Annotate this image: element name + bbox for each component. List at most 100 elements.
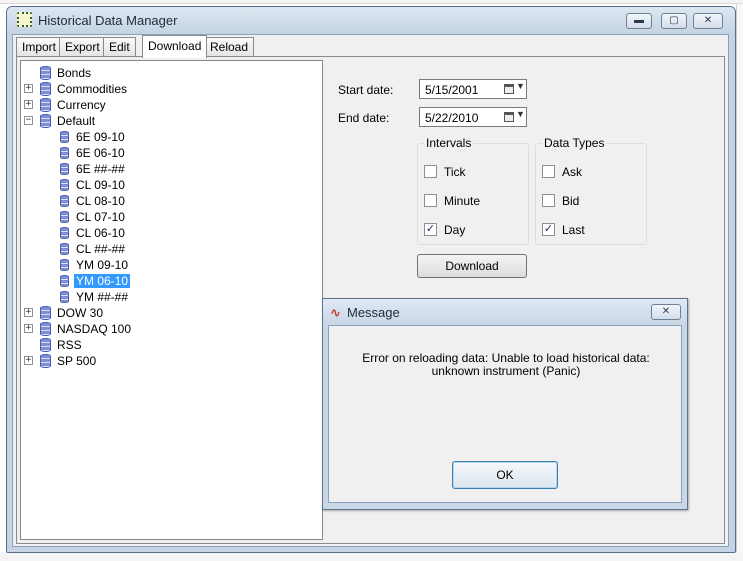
- database-icon: [40, 354, 51, 368]
- tree-item-label: Currency: [57, 98, 106, 112]
- tree-item-label: 6E 06-10: [76, 146, 125, 160]
- data-type-last-checkbox[interactable]: ✓ Last: [542, 222, 642, 238]
- instrument-icon: [60, 211, 69, 223]
- expand-icon[interactable]: +: [24, 324, 33, 333]
- error-message: Error on reloading data: Unable to load …: [362, 351, 650, 378]
- tree-item-commodities[interactable]: + Commodities: [21, 81, 321, 97]
- database-icon: [40, 338, 51, 352]
- ok-button[interactable]: OK: [452, 461, 558, 489]
- start-date-value: 5/15/2001: [425, 83, 479, 97]
- tab-edit[interactable]: Edit: [103, 37, 136, 57]
- start-date-label: Start date:: [338, 83, 394, 97]
- checkbox-label: Ask: [562, 165, 583, 179]
- minimize-button[interactable]: ▬: [626, 13, 652, 29]
- window-title: Historical Data Manager: [38, 13, 178, 28]
- checkbox-box[interactable]: [542, 194, 555, 207]
- tree-item-label: CL 08-10: [76, 194, 125, 208]
- tree-item-instrument[interactable]: CL 08-10: [21, 193, 321, 209]
- close-button[interactable]: ✕: [693, 13, 723, 29]
- tree-item-label: YM 09-10: [76, 258, 129, 272]
- data-types-group-title: Data Types: [542, 136, 607, 150]
- dialog-close-button[interactable]: ✕: [651, 304, 681, 320]
- end-date-picker[interactable]: 5/22/2010 ▼: [419, 107, 527, 127]
- expand-icon[interactable]: +: [24, 356, 33, 365]
- tree-item-instrument[interactable]: CL 07-10: [21, 209, 321, 225]
- tree-item-label: CL 09-10: [76, 178, 125, 192]
- tree-item-label: Commodities: [57, 82, 128, 96]
- background-window-edge-right: [736, 4, 743, 561]
- data-type-ask-checkbox[interactable]: Ask: [542, 164, 642, 180]
- checkbox-box[interactable]: [542, 165, 555, 178]
- tree-item-label: SP 500: [57, 354, 97, 368]
- interval-minute-checkbox[interactable]: Minute: [424, 193, 524, 209]
- maximize-button[interactable]: ▢: [661, 13, 687, 29]
- instrument-icon: [60, 275, 69, 287]
- intervals-group-title: Intervals: [424, 136, 474, 150]
- checkbox-label: Tick: [444, 165, 466, 179]
- interval-day-checkbox[interactable]: ✓ Day: [424, 222, 524, 238]
- tab-export[interactable]: Export: [59, 37, 106, 57]
- message-dialog: ∿ Message ✕ Error on reloading data: Una…: [322, 298, 688, 510]
- expand-icon[interactable]: +: [24, 100, 33, 109]
- data-types-group: Data Types Ask Bid ✓ Last: [535, 136, 647, 245]
- chevron-down-icon[interactable]: ▼: [516, 81, 525, 91]
- database-icon: [40, 82, 51, 96]
- instrument-tree[interactable]: Bonds + Commodities + Currency − Default…: [20, 60, 323, 540]
- instrument-icon: [60, 259, 69, 271]
- data-type-bid-checkbox[interactable]: Bid: [542, 193, 642, 209]
- tree-item-instrument-selected[interactable]: YM 06-10: [21, 273, 321, 289]
- interval-tick-checkbox[interactable]: Tick: [424, 164, 524, 180]
- tree-item-nasdaq-100[interactable]: + NASDAQ 100: [21, 321, 321, 337]
- tree-item-instrument[interactable]: CL 09-10: [21, 177, 321, 193]
- tree-item-label: DOW 30: [57, 306, 104, 320]
- instrument-icon: [60, 163, 69, 175]
- checkbox-box[interactable]: [424, 165, 437, 178]
- checkmark-icon[interactable]: ✓: [542, 223, 555, 236]
- tab-reload[interactable]: Reload: [204, 37, 255, 57]
- instrument-icon: [60, 243, 69, 255]
- tree-item-instrument[interactable]: CL 06-10: [21, 225, 321, 241]
- collapse-icon[interactable]: −: [24, 116, 33, 125]
- tree-item-instrument[interactable]: 6E ##-##: [21, 161, 321, 177]
- tree-item-instrument[interactable]: 6E 06-10: [21, 145, 321, 161]
- checkbox-box[interactable]: [424, 194, 437, 207]
- instrument-icon: [60, 195, 69, 207]
- tree-item-bonds[interactable]: Bonds: [21, 65, 321, 81]
- download-button[interactable]: Download: [417, 254, 527, 278]
- expand-icon[interactable]: +: [24, 84, 33, 93]
- database-icon: [40, 66, 51, 80]
- app-logo-icon: ∿: [330, 305, 341, 320]
- window-titlebar[interactable]: Historical Data Manager ▬ ▢ ✕: [7, 7, 735, 33]
- checkbox-label: Last: [562, 223, 585, 237]
- calendar-icon: [504, 84, 514, 94]
- checkbox-label: Minute: [444, 194, 481, 208]
- start-date-picker[interactable]: 5/15/2001 ▼: [419, 79, 527, 99]
- tree-item-dow-30[interactable]: + DOW 30: [21, 305, 321, 321]
- instrument-icon: [60, 147, 69, 159]
- tab-import[interactable]: Import: [16, 37, 63, 57]
- database-icon: [40, 322, 51, 336]
- tree-item-label: YM ##-##: [76, 290, 129, 304]
- chevron-down-icon[interactable]: ▼: [516, 109, 525, 119]
- instrument-icon: [60, 291, 69, 303]
- tree-item-instrument[interactable]: YM ##-##: [21, 289, 321, 305]
- tree-item-label: 6E ##-##: [76, 162, 125, 176]
- background-window-edge: [0, 0, 743, 4]
- tree-item-instrument[interactable]: CL ##-##: [21, 241, 321, 257]
- tree-item-label: NASDAQ 100: [57, 322, 132, 336]
- tree-item-rss[interactable]: RSS: [21, 337, 321, 353]
- tree-item-currency[interactable]: + Currency: [21, 97, 321, 113]
- intervals-group: Intervals Tick Minute ✓ Day: [417, 136, 529, 245]
- checkbox-label: Day: [444, 223, 466, 237]
- dialog-titlebar[interactable]: ∿ Message ✕: [323, 299, 687, 325]
- tree-item-default[interactable]: − Default: [21, 113, 321, 129]
- tab-download[interactable]: Download: [142, 35, 208, 58]
- end-date-value: 5/22/2010: [425, 111, 479, 125]
- tree-item-instrument[interactable]: YM 09-10: [21, 257, 321, 273]
- checkmark-icon[interactable]: ✓: [424, 223, 437, 236]
- tree-item-sp-500[interactable]: + SP 500: [21, 353, 321, 369]
- database-icon: [40, 114, 51, 128]
- expand-icon[interactable]: +: [24, 308, 33, 317]
- tree-item-instrument[interactable]: 6E 09-10: [21, 129, 321, 145]
- tree-item-label: CL 06-10: [76, 226, 125, 240]
